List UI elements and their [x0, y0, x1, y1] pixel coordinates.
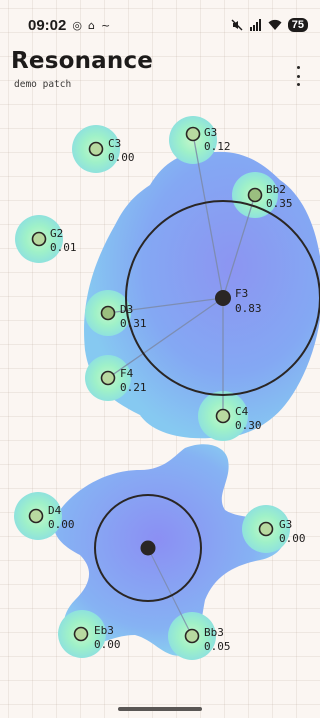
node-label-f4: F4 0.21: [120, 367, 147, 394]
hub-node-f3[interactable]: [215, 290, 231, 306]
node-d4[interactable]: [28, 508, 44, 524]
node-c4[interactable]: [215, 408, 231, 424]
signal-icon: [249, 19, 261, 31]
more-vert-icon[interactable]: [290, 66, 306, 86]
home-indicator[interactable]: [118, 707, 202, 711]
node-label-g3-lower: G3 0.00: [279, 518, 306, 545]
node-label-bb3: Bb3 0.05: [204, 626, 231, 653]
status-time: 09:02: [28, 16, 67, 34]
node-value: 0.21: [120, 381, 147, 394]
node-label-c4: C4 0.30: [235, 405, 262, 432]
node-g3[interactable]: [185, 126, 201, 142]
home-outline-icon: ⌂: [87, 18, 95, 32]
node-label-eb3: Eb3 0.00: [94, 624, 121, 651]
patch-name: demo patch: [14, 79, 72, 90]
wifi-icon: [268, 19, 282, 30]
node-value: 0.01: [50, 241, 77, 254]
node-f4[interactable]: [100, 370, 116, 386]
squiggle-icon: ~: [100, 18, 111, 32]
mute-icon: [231, 19, 243, 31]
status-bar: 09:02 ◎ ⌂ ~ 75: [0, 0, 320, 50]
node-d3[interactable]: [100, 305, 116, 321]
node-value: 0.00: [279, 532, 306, 545]
node-value: 0.30: [235, 419, 262, 432]
node-g3-lower[interactable]: [258, 521, 274, 537]
node-label-bb2: Bb2 0.35: [266, 183, 293, 210]
battery-indicator: 75: [287, 18, 308, 32]
node-label-c3: C3 0.00: [108, 137, 135, 164]
hub-label-f3: F3 0.83: [235, 287, 262, 315]
node-value: 0.00: [108, 151, 135, 164]
node-bb3[interactable]: [184, 628, 200, 644]
node-label-d3: D3 0.31: [120, 303, 147, 330]
node-eb3[interactable]: [73, 626, 89, 642]
node-value: 0.00: [94, 638, 121, 651]
app-title: Resonance: [11, 48, 154, 74]
whirl-icon: ◎: [72, 18, 82, 32]
node-label-g3: G3 0.12: [204, 126, 231, 153]
node-value: 0.35: [266, 197, 293, 210]
node-value: 0.31: [120, 317, 147, 330]
node-c3[interactable]: [88, 141, 104, 157]
node-bb2[interactable]: [247, 187, 263, 203]
node-value: 0.12: [204, 140, 231, 153]
patch-canvas[interactable]: [0, 0, 320, 718]
node-g2[interactable]: [31, 231, 47, 247]
hub-node-cell-2[interactable]: [140, 540, 156, 556]
node-value: 0.05: [204, 640, 231, 653]
hub-value: 0.83: [235, 302, 262, 315]
node-value: 0.00: [48, 518, 75, 531]
node-label-d4: D4 0.00: [48, 504, 75, 531]
node-label-g2: G2 0.01: [50, 227, 77, 254]
